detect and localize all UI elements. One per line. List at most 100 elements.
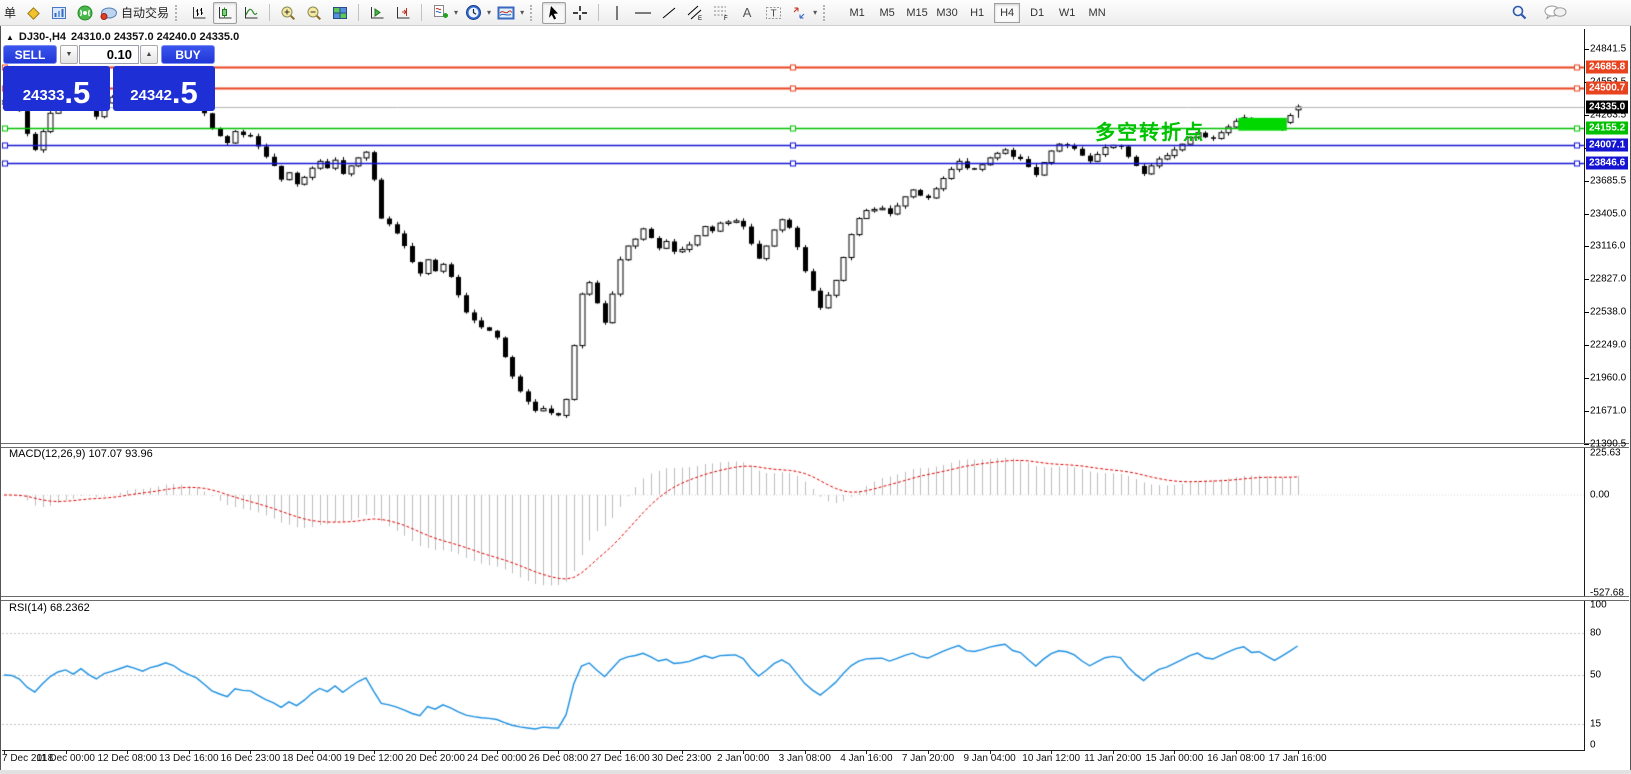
rsi-axis-label: 80 bbox=[1590, 628, 1601, 639]
search-icon[interactable] bbox=[1507, 1, 1531, 23]
volume-increase-button[interactable]: ▲ bbox=[140, 45, 158, 64]
toolbar-grip[interactable] bbox=[175, 5, 182, 21]
zoom-in-icon[interactable] bbox=[276, 2, 300, 24]
time-axis-label: 20 Dec 20:00 bbox=[405, 753, 465, 764]
sell-price-frac: .5 bbox=[64, 75, 90, 111]
sell-button[interactable]: SELL bbox=[3, 45, 57, 64]
bar-chart-mode-icon[interactable] bbox=[187, 2, 211, 24]
toolbar-grip[interactable] bbox=[823, 5, 830, 21]
time-axis-label: 13 Dec 16:00 bbox=[159, 753, 219, 764]
volume-decrease-button[interactable]: ▼ bbox=[60, 45, 78, 64]
rsi-axis-label: 15 bbox=[1590, 719, 1601, 730]
buy-price-box[interactable]: 24342.5 bbox=[113, 66, 215, 111]
chart-canvas[interactable] bbox=[0, 0, 1631, 774]
time-axis-label: 16 Jan 08:00 bbox=[1207, 753, 1265, 764]
pane-splitter-macd[interactable] bbox=[1, 443, 1629, 448]
toolbar-grip[interactable] bbox=[530, 5, 537, 21]
price-axis-tick bbox=[1584, 411, 1589, 412]
buy-price-frac: .5 bbox=[172, 75, 198, 111]
line-chart-mode-icon[interactable] bbox=[239, 2, 263, 24]
horizontal-line-tool-icon[interactable] bbox=[631, 2, 655, 24]
bull-bear-turning-point-annotation[interactable]: 多空转折点 bbox=[1095, 116, 1205, 145]
price-axis-label: 23405.0 bbox=[1590, 208, 1626, 219]
new-order-button-partial[interactable]: 单 bbox=[4, 4, 16, 21]
price-axis-label: 21671.0 bbox=[1590, 405, 1626, 416]
crosshair-tool-icon[interactable] bbox=[568, 2, 592, 24]
price-axis-tick bbox=[1584, 115, 1589, 116]
symbol-arrow-icon: ▲ bbox=[6, 33, 14, 42]
vertical-line-tool-icon[interactable] bbox=[605, 2, 629, 24]
chat-icon[interactable] bbox=[1542, 1, 1568, 23]
time-axis-label: 3 Jan 08:00 bbox=[779, 753, 831, 764]
timeframe-m1[interactable]: M1 bbox=[844, 3, 870, 23]
add-indicator-icon[interactable] bbox=[428, 2, 452, 24]
templates-caret-icon[interactable]: ▾ bbox=[520, 8, 524, 17]
time-axis-label: 11 Jan 20:00 bbox=[1084, 753, 1141, 764]
chart-title: ▲ DJ30-,H4 24310.0 24357.0 24240.0 24335… bbox=[6, 31, 239, 43]
top-toolbar: 单 自动交易 ▾ ▾ ▾ bbox=[0, 0, 1631, 26]
periods-caret-icon[interactable]: ▾ bbox=[487, 8, 491, 17]
zoom-out-icon[interactable] bbox=[302, 2, 326, 24]
price-axis-label: 21960.0 bbox=[1590, 373, 1626, 384]
tile-windows-icon[interactable] bbox=[328, 2, 352, 24]
cursor-tool-icon[interactable] bbox=[542, 2, 566, 24]
time-axis-label: 17 Jan 16:00 bbox=[1269, 753, 1327, 764]
timeframe-m15[interactable]: M15 bbox=[904, 3, 930, 23]
timeframe-m30[interactable]: M30 bbox=[934, 3, 960, 23]
text-label-tool-icon[interactable]: T bbox=[761, 2, 785, 24]
time-axis-label: 4 Jan 16:00 bbox=[840, 753, 892, 764]
auto-scroll-icon[interactable] bbox=[365, 2, 389, 24]
equidistant-channel-tool-icon[interactable]: E bbox=[683, 2, 707, 24]
one-click-trading-panel: SELL ▼ 0.10 ▲ BUY 24333.5 24342.5 bbox=[3, 45, 215, 111]
fibonacci-tool-icon[interactable]: F bbox=[709, 2, 733, 24]
time-axis-label: 27 Dec 16:00 bbox=[590, 753, 650, 764]
time-axis-label: 30 Dec 23:00 bbox=[652, 753, 712, 764]
autotrading-icon bbox=[100, 6, 117, 20]
rsi-axis-label: 50 bbox=[1590, 670, 1601, 681]
macd-axis-label: 0.00 bbox=[1590, 490, 1609, 501]
macd-label: MACD(12,26,9) 107.07 93.96 bbox=[9, 448, 153, 460]
time-axis-label: 15 Jan 00:00 bbox=[1145, 753, 1203, 764]
pane-splitter-rsi[interactable] bbox=[1, 596, 1629, 601]
time-axis-label: 12 Dec 08:00 bbox=[97, 753, 157, 764]
price-axis-tick bbox=[1584, 312, 1589, 313]
market-watch-icon[interactable] bbox=[21, 2, 45, 24]
svg-text:E: E bbox=[698, 16, 702, 21]
templates-icon[interactable] bbox=[494, 2, 518, 24]
candlestick-mode-icon[interactable] bbox=[213, 2, 237, 24]
volume-input[interactable]: 0.10 bbox=[79, 45, 139, 64]
timeframe-m5[interactable]: M5 bbox=[874, 3, 900, 23]
buy-button[interactable]: BUY bbox=[161, 45, 215, 64]
price-axis-label: 23685.5 bbox=[1590, 175, 1626, 186]
price-axis-tick bbox=[1584, 49, 1589, 50]
rsi-axis-label: 0 bbox=[1590, 740, 1596, 751]
text-tool-icon[interactable]: A bbox=[735, 2, 759, 24]
buy-price-int: 24342 bbox=[130, 87, 172, 111]
arrows-caret-icon[interactable]: ▾ bbox=[813, 8, 817, 17]
periods-icon[interactable] bbox=[461, 2, 485, 24]
signals-icon[interactable] bbox=[73, 2, 97, 24]
chart-shift-icon[interactable] bbox=[391, 2, 415, 24]
price-axis-border bbox=[1584, 29, 1585, 751]
add-indicator-caret-icon[interactable]: ▾ bbox=[454, 8, 458, 17]
time-axis-label: 18 Dec 04:00 bbox=[282, 753, 342, 764]
autotrading-button[interactable]: 自动交易 bbox=[99, 2, 170, 24]
time-axis-label: 19 Dec 12:00 bbox=[344, 753, 404, 764]
price-axis-tick bbox=[1584, 279, 1589, 280]
timeframe-h4[interactable]: H4 bbox=[994, 3, 1020, 23]
price-axis-tick bbox=[1584, 378, 1589, 379]
timeframe-w1[interactable]: W1 bbox=[1054, 3, 1080, 23]
navigator-icon[interactable] bbox=[47, 2, 71, 24]
arrows-tool-icon[interactable] bbox=[787, 2, 811, 24]
price-level-badge: 24007.1 bbox=[1586, 138, 1628, 151]
svg-text:F: F bbox=[724, 16, 728, 21]
timeframe-mn[interactable]: MN bbox=[1084, 3, 1110, 23]
time-axis-label: 16 Dec 23:00 bbox=[221, 753, 281, 764]
timeframe-h1[interactable]: H1 bbox=[964, 3, 990, 23]
trendline-tool-icon[interactable] bbox=[657, 2, 681, 24]
price-level-badge: 23846.6 bbox=[1586, 156, 1628, 169]
price-axis-tick bbox=[1584, 214, 1589, 215]
timeframe-d1[interactable]: D1 bbox=[1024, 3, 1050, 23]
chart-ohlc-readout: 24310.0 24357.0 24240.0 24335.0 bbox=[71, 31, 239, 43]
sell-price-box[interactable]: 24333.5 bbox=[3, 66, 110, 111]
